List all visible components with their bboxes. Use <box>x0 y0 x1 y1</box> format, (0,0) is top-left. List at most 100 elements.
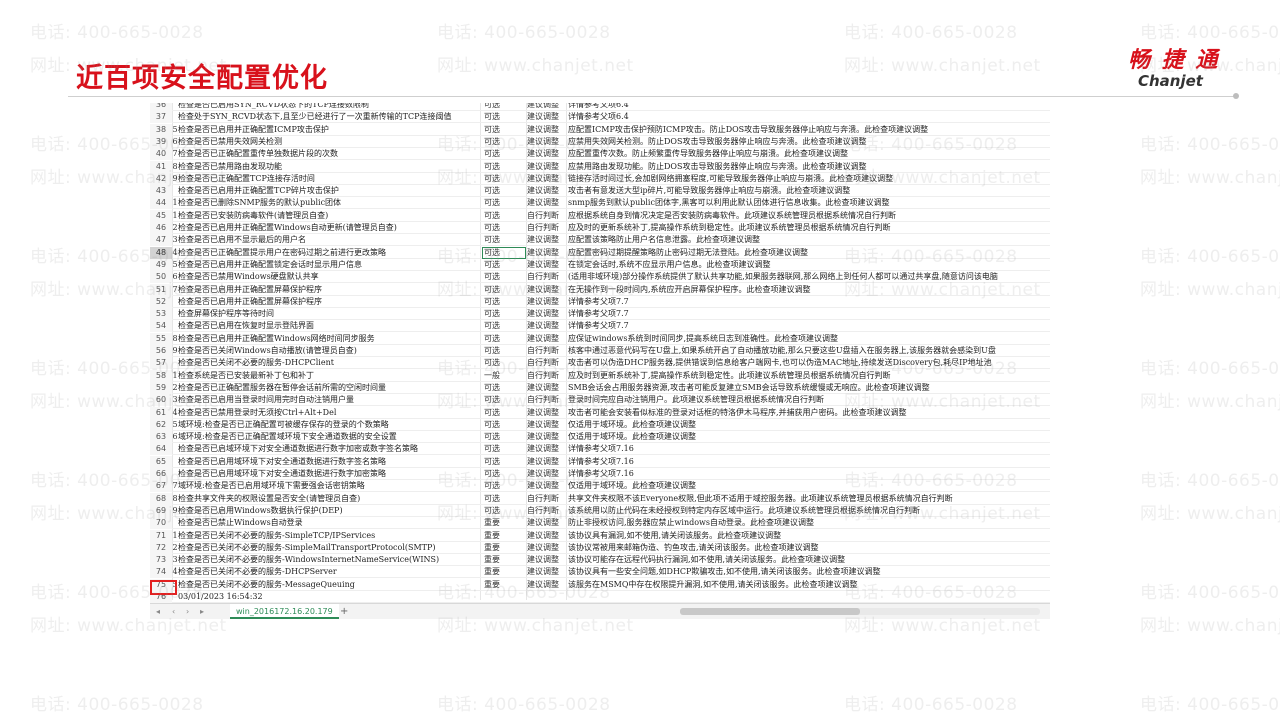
cell-check-item[interactable]: 检查是否已禁用Windows硬盘默认共享 <box>178 271 480 283</box>
row-number[interactable]: 67 <box>150 480 172 493</box>
cell-description[interactable]: 在锁定会话时,系统不应显示用户信息。此检查项建议调整 <box>568 259 1048 271</box>
row-number[interactable]: 54 <box>150 320 172 333</box>
cell-check-item[interactable]: 检查是否已启用SYN_RCVD状态下的TCP连接数限制 <box>178 103 480 111</box>
cell-check-item[interactable]: 检查是否已禁用失效网关检测 <box>178 136 480 148</box>
row-number[interactable]: 38 <box>150 123 172 136</box>
cell-action[interactable]: 建议调整 <box>527 259 567 271</box>
cell-description[interactable]: 详情参考父项6.4 <box>568 103 1048 111</box>
cell-check-item[interactable]: 检查是否已启用并正确配置Windows自动更新(请管理员自查) <box>178 222 480 234</box>
cell-level[interactable]: 可选 <box>484 431 526 443</box>
cell-level[interactable]: 可选 <box>484 394 526 406</box>
cell-action[interactable]: 建议调整 <box>527 431 567 443</box>
cell-description[interactable]: 应配置该策略防止用户名信息泄露。此检查项建议调整 <box>568 234 1048 246</box>
cell-description[interactable]: 攻击者可能会安装看似标准的登录对话框的特洛伊木马程序,并捕获用户密码。此检查项建… <box>568 407 1048 419</box>
cell-description[interactable]: 共享文件夹权限不该Everyone权限,但此项不适用于域控服务器。此项建议系统管… <box>568 493 1048 505</box>
cell-description[interactable]: 该协议常被用来邮箱伪造、钓鱼攻击,请关闭该服务。此检查项建议调整 <box>568 542 1048 554</box>
cell-action[interactable]: 建议调整 <box>527 247 567 259</box>
cell-description[interactable]: 详情参考父项7.7 <box>568 320 1048 332</box>
cell-action[interactable]: 建议调整 <box>527 124 567 136</box>
cell-level[interactable]: 可选 <box>484 210 526 222</box>
cell-check-item[interactable]: 检查是否已关闭不必要的服务-DHCPServer <box>178 566 480 578</box>
cell-action[interactable]: 建议调整 <box>527 173 567 185</box>
row-number[interactable]: 57 <box>150 357 172 370</box>
cell-description[interactable]: 仅适用于域环境。此检查项建议调整 <box>568 431 1048 443</box>
sheet-tab[interactable]: win_2016172.16.20.179 <box>230 604 339 619</box>
cell-description[interactable]: 仅适用于域环境。此检查项建议调整 <box>568 480 1048 492</box>
cell-level[interactable]: 可选 <box>484 480 526 492</box>
cell-description[interactable]: 应根据系统自身到情况决定是否安装防病毒软件。此项建议系统管理员根据系统情况自行判… <box>568 210 1048 222</box>
row-number[interactable]: 59 <box>150 381 172 394</box>
cell-level[interactable]: 可选 <box>484 333 526 345</box>
row-number[interactable]: 73 <box>150 554 172 567</box>
cell-check-item[interactable]: 检查是否已启用域环境下对安全通道数据进行数字签名策略 <box>178 456 480 468</box>
cell-action[interactable]: 建议调整 <box>527 234 567 246</box>
cell-description[interactable]: 在无操作到一段时间内,系统应开启屏幕保护程序。此检查项建议调整 <box>568 284 1048 296</box>
cell-check-item[interactable]: 检查是否已正确配置提示用户在密码过期之前进行更改策略 <box>178 247 480 259</box>
cell-description[interactable]: 该服务在MSMQ中存在权限提升漏洞,如不使用,请关闭该服务。此检查项建议调整 <box>568 579 1048 591</box>
cell-description[interactable]: 详情参考父项7.16 <box>568 468 1048 480</box>
cell-check-item[interactable]: 检查是否已启用在恢复时显示登陆界面 <box>178 320 480 332</box>
cell-action[interactable]: 建议调整 <box>527 542 567 554</box>
row-number[interactable]: 47 <box>150 234 172 247</box>
cell-check-item[interactable]: 检查是否已启用并正确配置锁定会话时显示用户信息 <box>178 259 480 271</box>
row-number[interactable]: 51 <box>150 283 172 296</box>
cell-check-item[interactable]: 检查是否已删除SNMP服务的默认public团体 <box>178 197 480 209</box>
cell-description[interactable]: 攻击者有意发送大型ip碎片,可能导致服务器停止响应与崩溃。此检查项建议调整 <box>568 185 1048 197</box>
cell-check-item[interactable]: 检查系统是否已安装最新补丁包和补丁 <box>178 370 480 382</box>
cell-action[interactable]: 建议调整 <box>527 320 567 332</box>
cell-level[interactable]: 可选 <box>484 468 526 480</box>
row-number[interactable]: 36 <box>150 103 172 111</box>
cell-action[interactable]: 建议调整 <box>527 579 567 591</box>
cell-level[interactable]: 可选 <box>484 161 526 173</box>
row-number[interactable]: 68 <box>150 492 172 505</box>
cell-action[interactable]: 建议调整 <box>527 468 567 480</box>
cell-level[interactable]: 重要 <box>484 566 526 578</box>
cell-action[interactable]: 建议调整 <box>527 284 567 296</box>
cell-check-item[interactable]: 检查共享文件夹的权限设置是否安全(请管理员自查) <box>178 493 480 505</box>
cell-level[interactable]: 可选 <box>484 173 526 185</box>
prev-sheet-icon[interactable]: ‹ <box>172 604 175 619</box>
row-number[interactable]: 48 <box>150 246 172 259</box>
cell-action[interactable]: 建议调整 <box>527 554 567 566</box>
cell-check-item[interactable]: 检查是否已关闭不必要的服务-MessageQueuing <box>178 579 480 591</box>
cell-level[interactable]: 重要 <box>484 542 526 554</box>
cell-check-item[interactable]: 域环境:检查是否已正确配置可被缓存保存的登录的个数策略 <box>178 419 480 431</box>
cell-level[interactable]: 可选 <box>484 419 526 431</box>
scrollbar-thumb[interactable] <box>680 608 860 615</box>
cell-level[interactable]: 可选 <box>484 357 526 369</box>
cell-description[interactable]: 应保证windows系统到时间同步,提高系统日志到准确性。此检查项建议调整 <box>568 333 1048 345</box>
cell-description[interactable]: 核客中通过恶意代码写在U盘上,如果系统开启了自动播放功能,那么只要这些U盘插入在… <box>568 345 1048 357</box>
cell-action[interactable]: 建议调整 <box>527 103 567 111</box>
cell-action[interactable]: 建议调整 <box>527 480 567 492</box>
cell-level[interactable]: 可选 <box>484 185 526 197</box>
cell-action[interactable]: 建议调整 <box>527 148 567 160</box>
cell-description[interactable]: (适用非域环境)部分操作系统提供了默认共享功能,如果服务器联网,那么网络上到任何… <box>568 271 1048 283</box>
cell-action[interactable]: 建议调整 <box>527 530 567 542</box>
cell-check-item[interactable]: 检查是否已正确配置服务器在暂停会话前所需的空闲时间量 <box>178 382 480 394</box>
cell-level[interactable]: 可选 <box>484 234 526 246</box>
cell-level[interactable]: 可选 <box>484 456 526 468</box>
row-number[interactable]: 44 <box>150 197 172 210</box>
cell-level[interactable]: 可选 <box>484 407 526 419</box>
cell-action[interactable]: 自行判断 <box>527 271 567 283</box>
cell-level[interactable]: 可选 <box>484 111 526 123</box>
row-number[interactable]: 46 <box>150 222 172 234</box>
cell-level[interactable]: 可选 <box>484 345 526 357</box>
row-number[interactable]: 60 <box>150 394 172 407</box>
cell-description[interactable]: 应禁用路由发现功能。防止DOS攻击导致服务器停止响应与奔溃。此检查项建议调整 <box>568 161 1048 173</box>
cell-check-item[interactable]: 检查处于SYN_RCVD状态下,且至少已经进行了一次重新传输的TCP连接阈值 <box>178 111 480 123</box>
row-number[interactable]: 64 <box>150 443 172 456</box>
horizontal-scrollbar[interactable] <box>680 608 1040 615</box>
row-number[interactable]: 37 <box>150 111 172 124</box>
row-number[interactable]: 66 <box>150 468 172 480</box>
cell-action[interactable]: 建议调整 <box>527 382 567 394</box>
cell-action[interactable]: 建议调整 <box>527 333 567 345</box>
cell-level[interactable]: 可选 <box>484 124 526 136</box>
cell-action[interactable]: 自行判断 <box>527 222 567 234</box>
cell-description[interactable]: 详情参考父项7.16 <box>568 456 1048 468</box>
cell-check-item[interactable]: 检查是否已关闭不必要的服务-SimpleMailTransportProtoco… <box>178 542 480 554</box>
first-sheet-icon[interactable]: ◂ <box>156 604 160 619</box>
row-number[interactable]: 65 <box>150 455 172 468</box>
cell-check-item[interactable]: 检查是否已启域环境下对安全通道数据进行数字加密或数字签名策略 <box>178 443 480 455</box>
cell-check-item[interactable]: 检查是否已启用并正确配置屏幕保护程序 <box>178 284 480 296</box>
